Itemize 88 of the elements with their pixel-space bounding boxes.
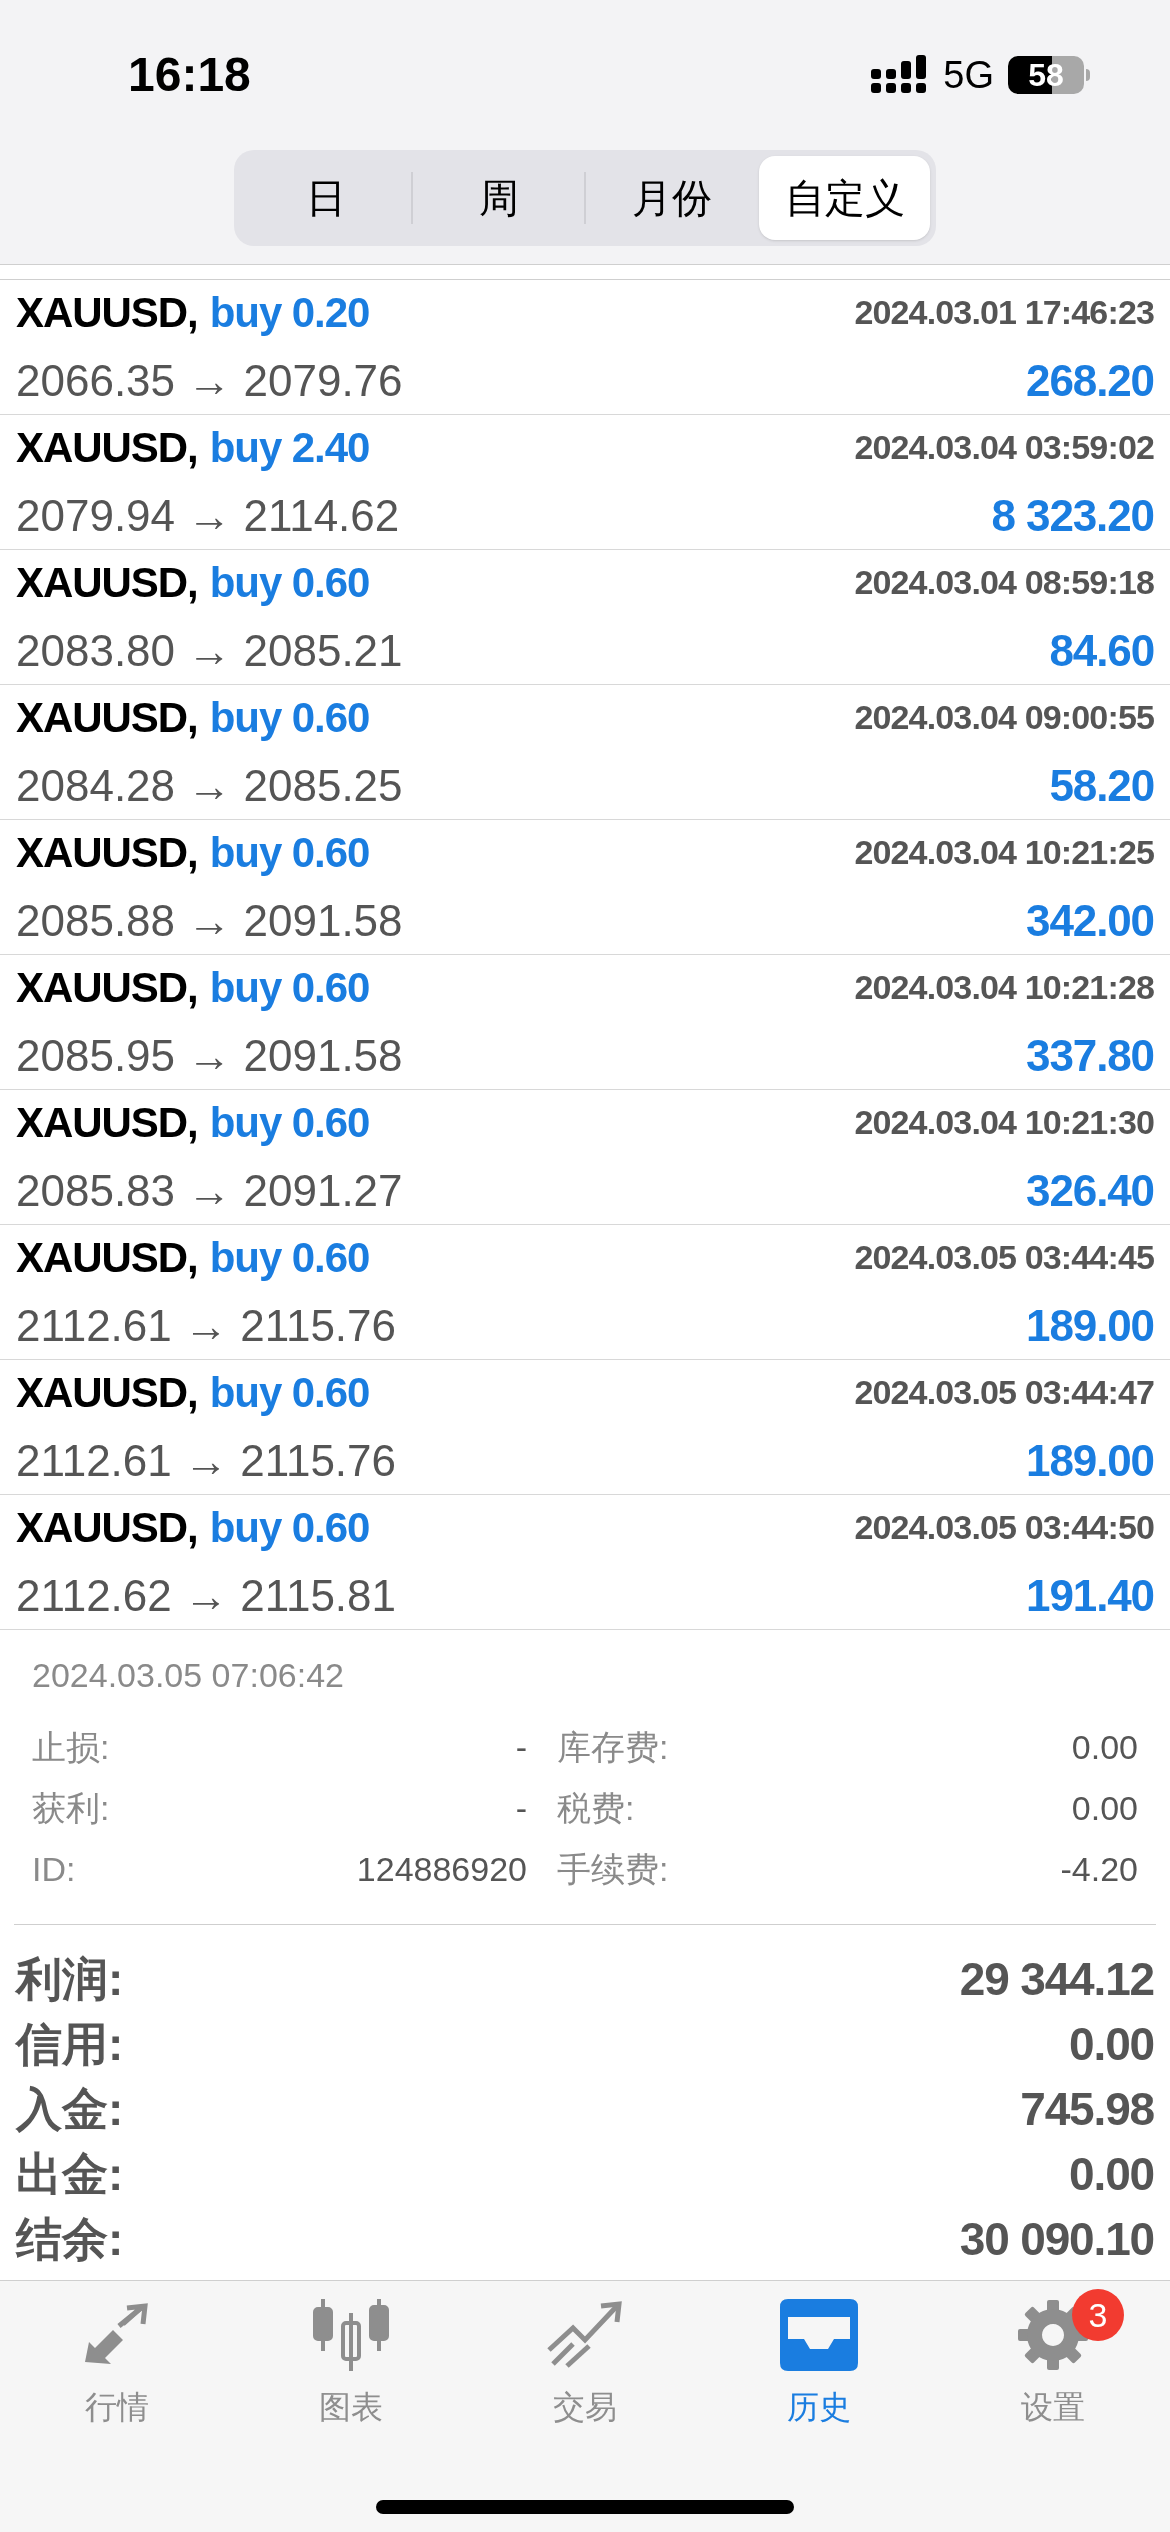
deal-profit: 191.40 [1026, 1569, 1154, 1622]
deal-symbol: XAUUSD, [16, 1367, 198, 1418]
detail-label: 手续费: [557, 1849, 669, 1890]
detail-value: 0.00 [1071, 1727, 1138, 1768]
detail-value: - [515, 1727, 527, 1768]
deal-prices: 2112.61 → 2115.76 [16, 1299, 396, 1352]
deal-side: buy 0.60 [209, 827, 370, 878]
tab-bar-item[interactable]: 3 设置 [936, 2285, 1170, 2431]
deal-time: 2024.03.04 10:21:28 [854, 966, 1154, 1008]
detail-label: 库存费: [557, 1727, 669, 1768]
tab-bar-item[interactable]: 图表 [234, 2285, 468, 2431]
deal-profit: 8 323.20 [991, 489, 1154, 542]
summary-value: 30 090.10 [959, 2212, 1154, 2267]
deal-time: 2024.03.04 10:21:25 [854, 831, 1154, 873]
deal-symbol: XAUUSD, [16, 962, 198, 1013]
deal-symbol: XAUUSD, [16, 422, 198, 473]
status-time: 16:18 [128, 47, 251, 103]
deal-symbol: XAUUSD, [16, 287, 198, 338]
deal-time: 2024.03.01 17:46:23 [854, 291, 1154, 333]
network-label: 5G [943, 52, 994, 98]
summary-value: 0.00 [1069, 2017, 1154, 2072]
summary-label: 结余: [16, 2212, 124, 2267]
deal-time: 2024.03.04 09:00:55 [854, 696, 1154, 738]
period-tab[interactable]: 周 [413, 156, 584, 240]
deal-prices: 2112.61 → 2115.76 [16, 1434, 396, 1487]
deal-symbol: XAUUSD, [16, 557, 198, 608]
summary-value: 0.00 [1069, 2147, 1154, 2202]
deal-symbol: XAUUSD, [16, 827, 198, 878]
deal-prices: 2084.28 → 2085.25 [16, 759, 403, 812]
deal-profit: 189.00 [1026, 1434, 1154, 1487]
deal-prices: 2112.62 → 2115.81 [16, 1569, 396, 1622]
tab-bar-item[interactable]: 历史 [702, 2285, 936, 2431]
tab-bar-item[interactable]: 交易 [468, 2285, 702, 2431]
deal-side: buy 0.60 [209, 1502, 370, 1553]
deal-prices: 2085.88 → 2091.58 [16, 894, 403, 947]
deal-profit: 342.00 [1026, 894, 1154, 947]
summary-label: 入金: [16, 2082, 124, 2137]
deal-symbol: XAUUSD, [16, 1502, 198, 1553]
deal-prices: 2079.94 → 2114.62 [16, 489, 400, 542]
deal-side: buy 0.20 [209, 287, 370, 338]
deal-profit: 268.20 [1026, 354, 1154, 407]
deal-time: 2024.03.04 10:21:30 [854, 1101, 1154, 1143]
deal-side: buy 0.60 [209, 692, 370, 743]
detail-label: 获利: [32, 1788, 110, 1829]
period-tab[interactable]: 月份 [586, 156, 757, 240]
summary-label: 利润: [16, 1952, 124, 2007]
trend-arrow-icon [545, 2300, 625, 2370]
detail-time: 2024.03.05 07:06:42 [32, 1655, 345, 1696]
deal-symbol: XAUUSD, [16, 692, 198, 743]
detail-label: ID: [32, 1849, 76, 1890]
deal-profit: 326.40 [1026, 1164, 1154, 1217]
deal-time: 2024.03.05 03:44:45 [854, 1236, 1154, 1278]
deal-prices: 2083.80 → 2085.21 [16, 624, 403, 677]
deal-profit: 189.00 [1026, 1299, 1154, 1352]
deal-side: buy 0.60 [209, 1097, 370, 1148]
summary-value: 29 344.12 [959, 1952, 1154, 2007]
detail-value: -4.20 [1060, 1849, 1138, 1890]
deal-profit: 58.20 [1049, 759, 1154, 812]
deal-time: 2024.03.04 03:59:02 [854, 426, 1154, 468]
notification-badge: 3 [1072, 2289, 1124, 2341]
deal-prices: 2085.95 → 2091.58 [16, 1029, 403, 1082]
deal-time: 2024.03.05 03:44:47 [854, 1371, 1154, 1413]
deal-prices: 2085.83 → 2091.27 [16, 1164, 403, 1217]
deal-side: buy 0.60 [209, 1232, 370, 1283]
deal-side: buy 0.60 [209, 557, 370, 608]
tab-bar-item[interactable]: 行情 [0, 2285, 234, 2431]
detail-label: 税费: [557, 1788, 635, 1829]
detail-label: 止损: [32, 1727, 110, 1768]
deal-time: 2024.03.04 08:59:18 [854, 561, 1154, 603]
candlestick-icon [311, 2297, 391, 2373]
summary-label: 出金: [16, 2147, 124, 2202]
detail-value: - [515, 1788, 527, 1829]
deal-profit: 84.60 [1049, 624, 1154, 677]
deal-symbol: XAUUSD, [16, 1232, 198, 1283]
deal-prices: 2066.35 → 2079.76 [16, 354, 403, 407]
detail-value: 0.00 [1071, 1788, 1138, 1829]
deal-side: buy 2.40 [209, 422, 370, 473]
deal-side: buy 0.60 [209, 962, 370, 1013]
deal-time: 2024.03.05 03:44:50 [854, 1506, 1154, 1548]
deal-symbol: XAUUSD, [16, 1097, 198, 1148]
period-tab[interactable]: 自定义 [759, 156, 930, 240]
detail-value: 124886920 [356, 1849, 527, 1890]
deal-profit: 337.80 [1026, 1029, 1154, 1082]
summary-label: 信用: [16, 2017, 124, 2072]
inbox-tray-icon [780, 2299, 858, 2371]
summary-value: 745.98 [1020, 2082, 1154, 2137]
period-tab[interactable]: 日 [240, 156, 411, 240]
deal-side: buy 0.60 [209, 1367, 370, 1418]
